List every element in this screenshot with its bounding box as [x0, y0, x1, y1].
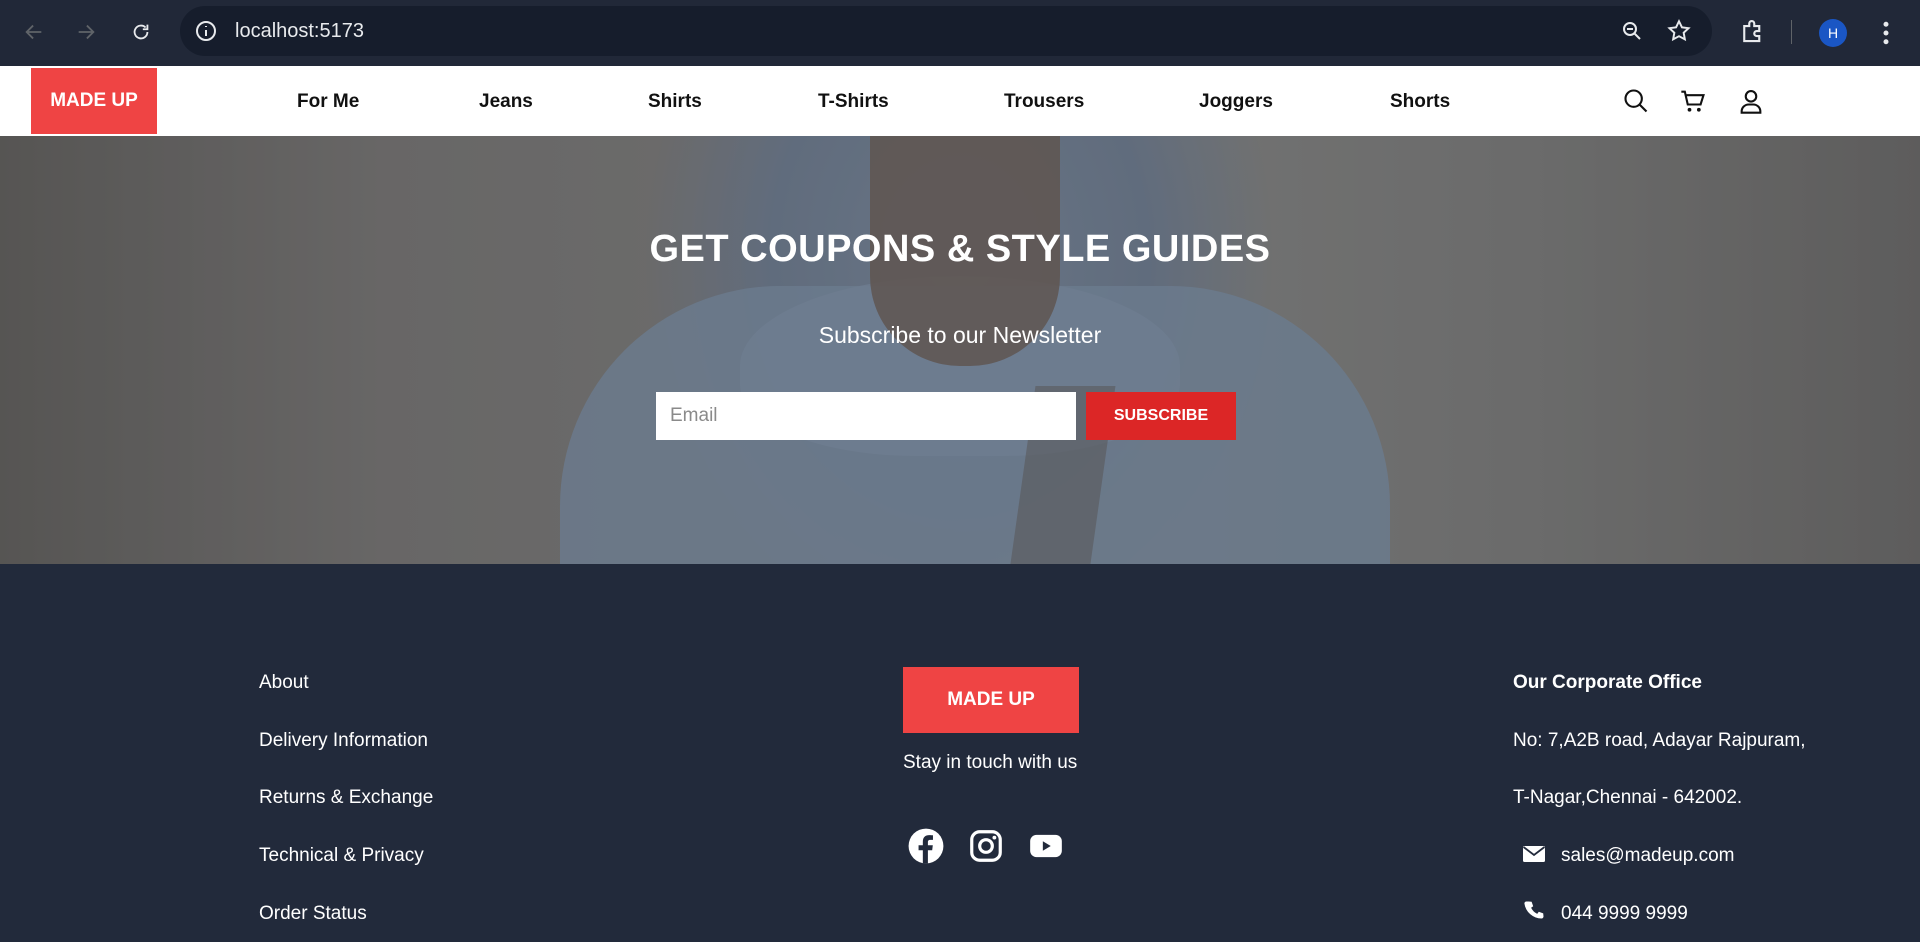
instagram-icon[interactable]: [967, 827, 1005, 870]
brand-logo[interactable]: MADE UP: [31, 68, 157, 134]
footer-logo[interactable]: MADE UP: [903, 667, 1079, 733]
footer-link-returns[interactable]: Returns & Exchange: [259, 787, 433, 809]
youtube-icon[interactable]: [1027, 827, 1065, 870]
office-email[interactable]: sales@madeup.com: [1561, 845, 1734, 867]
nav-for-me[interactable]: For Me: [297, 91, 359, 113]
footer-link-delivery[interactable]: Delivery Information: [259, 730, 428, 752]
site-footer: About Delivery Information Returns & Exc…: [0, 564, 1920, 942]
office-phone[interactable]: 044 9999 9999: [1561, 903, 1688, 925]
nav-t-shirts[interactable]: T-Shirts: [818, 91, 889, 113]
newsletter-hero: GET COUPONS & STYLE GUIDES Subscribe to …: [0, 136, 1920, 564]
user-icon[interactable]: [1737, 87, 1765, 120]
office-title: Our Corporate Office: [1513, 672, 1702, 693]
forward-arrow-icon[interactable]: [68, 14, 104, 50]
site-info-icon[interactable]: [194, 19, 218, 43]
footer-link-privacy[interactable]: Technical & Privacy: [259, 845, 424, 867]
zoom-icon[interactable]: [1620, 19, 1644, 48]
phone-icon: [1522, 899, 1546, 928]
site-header: MADE UP For Me Jeans Shirts T-Shirts Tro…: [0, 66, 1920, 136]
nav-shirts[interactable]: Shirts: [648, 91, 702, 113]
address-line-1: No: 7,A2B road, Adayar Rajpuram,: [1513, 730, 1806, 751]
nav-jeans[interactable]: Jeans: [479, 91, 533, 113]
reload-icon[interactable]: [123, 14, 159, 50]
search-icon[interactable]: [1622, 87, 1650, 120]
subscribe-button[interactable]: SUBSCRIBE: [1086, 392, 1236, 440]
address-line-2: T-Nagar,Chennai - 642002.: [1513, 787, 1743, 808]
menu-kebab-icon[interactable]: [1878, 18, 1894, 53]
mail-icon: [1522, 844, 1546, 869]
profile-avatar[interactable]: H: [1819, 19, 1847, 47]
hero-subtitle: Subscribe to our Newsletter: [818, 322, 1102, 348]
browser-toolbar: localhost:5173 H: [0, 0, 1920, 66]
address-bar[interactable]: localhost:5173: [180, 6, 1712, 56]
footer-link-order-status[interactable]: Order Status: [259, 903, 367, 925]
nav-shorts[interactable]: Shorts: [1390, 91, 1450, 113]
back-arrow-icon[interactable]: [16, 14, 52, 50]
bookmark-star-icon[interactable]: [1666, 18, 1692, 49]
footer-tagline: Stay in touch with us: [903, 752, 1078, 773]
cart-icon[interactable]: [1679, 87, 1707, 120]
extensions-icon[interactable]: [1738, 16, 1768, 51]
nav-trousers[interactable]: Trousers: [1004, 91, 1084, 113]
toolbar-divider: [1791, 20, 1792, 44]
nav-joggers[interactable]: Joggers: [1199, 91, 1273, 113]
email-input[interactable]: [656, 392, 1076, 440]
url-text: localhost:5173: [235, 20, 364, 42]
footer-link-about[interactable]: About: [259, 672, 309, 694]
facebook-icon[interactable]: [907, 827, 945, 870]
hero-title: GET COUPONS & STYLE GUIDES: [649, 228, 1271, 270]
